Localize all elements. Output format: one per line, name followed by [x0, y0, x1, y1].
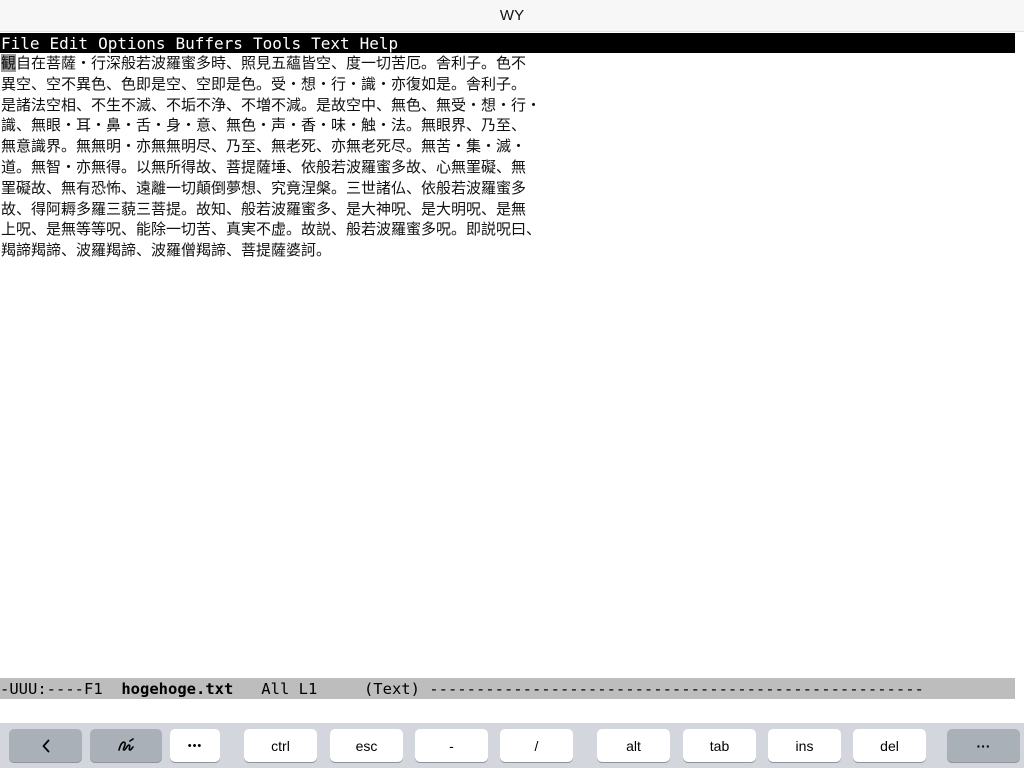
editor-line[interactable]: 異空、空不異色、色即是空、空即是色。受・想・行・識・亦復如是。舎利子。: [0, 74, 1015, 95]
editor-line[interactable]: 是諸法空相、不生不滅、不垢不浄、不増不減。是故空中、無色、無受・想・行・: [0, 95, 1015, 116]
editor-line[interactable]: 上呪、是無等等呪、能除一切苦、真実不虚。故説、般若波羅蜜多呪。即説呪曰、: [0, 219, 1015, 240]
handwriting-icon: [117, 737, 135, 754]
editor-line[interactable]: 羯諦羯諦、波羅羯諦、波羅僧羯諦、菩提薩婆訶。: [0, 240, 1015, 261]
editor-line[interactable]: 識、無眼・耳・鼻・舌・身・意、無色・声・香・味・触・法。無眼界、乃至、: [0, 115, 1015, 136]
back-key[interactable]: [9, 729, 82, 762]
window-titlebar: WY: [0, 0, 1024, 32]
slash-key[interactable]: /: [500, 729, 573, 762]
modeline-status: -UUU:----F1: [0, 679, 122, 698]
alt-key[interactable]: alt: [597, 729, 670, 762]
modeline-buffer-name[interactable]: hogehoge.txt: [121, 680, 233, 698]
tab-key[interactable]: tab: [683, 729, 756, 762]
editor-line[interactable]: 道。無智・亦無得。以無所得故、菩提薩埵、依般若波羅蜜多故、心無罣礙、無: [0, 157, 1015, 178]
editor-line[interactable]: 故、得阿耨多羅三藐三菩提。故知、般若波羅蜜多、是大神呪、是大明呪、是無: [0, 199, 1015, 220]
menu-help[interactable]: Help: [359, 34, 399, 53]
ctrl-key[interactable]: ctrl: [244, 729, 317, 762]
menu-options[interactable]: Options: [97, 34, 165, 53]
window-title: WY: [499, 7, 525, 24]
menu-key[interactable]: ···: [947, 729, 1020, 762]
modeline-position: All L1: [233, 679, 364, 698]
editor-line[interactable]: 無意識界。無無明・亦無無明尽、乃至、無老死、亦無老死尽。無苦・集・滅・: [0, 136, 1015, 157]
menu-text[interactable]: Text: [310, 34, 350, 53]
modeline-fill: ----------------------------------------…: [429, 679, 924, 698]
editor-line[interactable]: 罣礙故、無有恐怖、遠離一切顛倒夢想、究竟涅槃。三世諸仏、依般若波羅蜜多: [0, 178, 1015, 199]
del-key[interactable]: del: [853, 729, 926, 762]
menu-buffers[interactable]: Buffers: [175, 34, 243, 53]
more-keys-button[interactable]: •••: [170, 729, 220, 762]
editor-line[interactable]: 観自在菩薩・行深般若波羅蜜多時、照見五蘊皆空、度一切苦厄。舎利子。色不: [0, 53, 1015, 74]
chevron-left-icon: [41, 739, 51, 753]
editor-buffer[interactable]: 観自在菩薩・行深般若波羅蜜多時、照見五蘊皆空、度一切苦厄。舎利子。色不 異空、空…: [0, 53, 1015, 677]
text-cursor: 観: [1, 54, 17, 72]
modeline-mode[interactable]: (Text): [364, 680, 429, 698]
editor-line-text: 自在菩薩・行深般若波羅蜜多時、照見五蘊皆空、度一切苦厄。舎利子。色不: [16, 54, 527, 72]
mode-line: -UUU:----F1 hogehoge.txt All L1 (Text) -…: [0, 678, 1015, 699]
menu-edit[interactable]: Edit: [49, 34, 89, 53]
menu-bar: File Edit Options Buffers Tools Text Hel…: [0, 33, 1015, 53]
esc-key[interactable]: esc: [330, 729, 403, 762]
ins-key[interactable]: ins: [768, 729, 841, 762]
menu-tools[interactable]: Tools: [252, 34, 301, 53]
menu-file[interactable]: File: [0, 34, 40, 53]
keyboard-accessory-bar: ••• ctrl esc - / alt tab ins del ···: [0, 723, 1024, 768]
handwriting-key[interactable]: [90, 729, 162, 762]
dash-key[interactable]: -: [415, 729, 488, 762]
